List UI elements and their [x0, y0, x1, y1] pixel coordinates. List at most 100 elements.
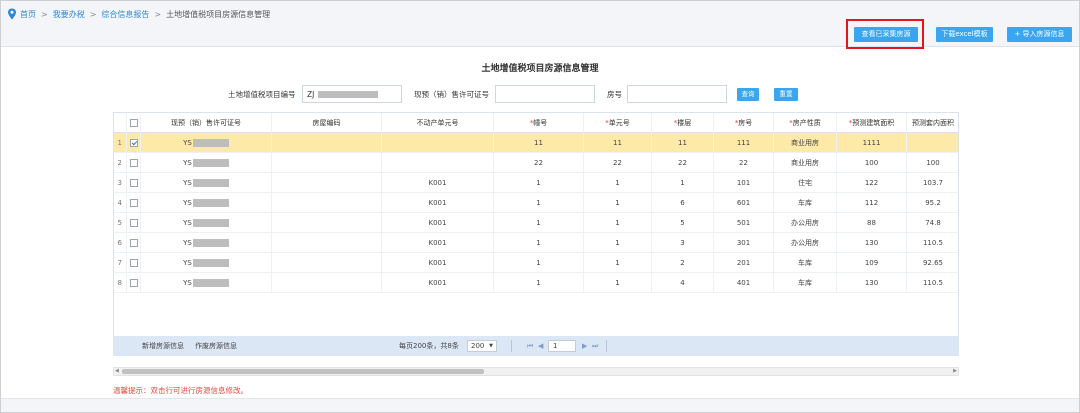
- view-collected-button[interactable]: 查看已采集房源: [854, 27, 918, 42]
- table-cell: K001: [382, 273, 494, 293]
- pager-bar: 新增房源信息 作废房源信息 每页200条，共8条 200 ▼ ⏮ ◀ 1 ▶ ⏭: [113, 336, 959, 356]
- project-no-input[interactable]: ZJ: [302, 85, 402, 103]
- column-header[interactable]: 预测套内面积: [907, 113, 958, 133]
- first-page-icon[interactable]: ⏮: [527, 342, 533, 351]
- table-cell: 88: [837, 213, 907, 233]
- table-header: 现预（销）售许可证号 房屋编码 不动产单元号 *幢号 *单元号 *楼层 *房号 *房产性质 *预…: [114, 113, 958, 133]
- page-number-value: 1: [553, 342, 558, 350]
- row-checkbox[interactable]: [130, 259, 138, 267]
- breadcrumb-separator: >: [89, 9, 97, 19]
- row-checkbox[interactable]: [130, 239, 138, 247]
- room-input[interactable]: [627, 85, 727, 103]
- table-cell: 1: [584, 213, 652, 233]
- column-header[interactable]: 不动产单元号: [382, 113, 494, 133]
- row-checkbox[interactable]: [130, 159, 138, 167]
- table-cell: [272, 193, 382, 213]
- permit-cell: YS: [141, 153, 272, 173]
- download-excel-button[interactable]: 下载excel模板: [936, 27, 993, 42]
- row-number: 6: [114, 233, 127, 253]
- horizontal-scrollbar[interactable]: ◀ ▶: [113, 367, 959, 376]
- last-page-icon[interactable]: ⏭: [592, 342, 598, 351]
- table-cell: 1: [584, 233, 652, 253]
- permit-prefix: YS: [183, 159, 192, 167]
- table-cell: 100: [837, 153, 907, 173]
- row-checkbox[interactable]: [130, 279, 138, 287]
- permit-prefix: YS: [183, 259, 192, 267]
- page-title: 土地增值税项目房源信息管理: [481, 64, 599, 74]
- column-header[interactable]: *预测建筑面积: [837, 113, 907, 133]
- page-size-select[interactable]: 200 ▼: [467, 340, 497, 352]
- permit-group: 现预（销）售许可证号: [414, 85, 489, 103]
- column-header[interactable]: *单元号: [584, 113, 652, 133]
- room-group: 房号: [607, 85, 622, 103]
- permit-cell: YS: [141, 133, 272, 153]
- table-cell: 11: [494, 133, 584, 153]
- column-header[interactable]: *房号: [714, 113, 774, 133]
- row-number: 1: [114, 133, 127, 153]
- scroll-left-icon[interactable]: ◀: [115, 368, 119, 374]
- table-cell: 1: [494, 233, 584, 253]
- table-cell: 1111: [837, 133, 907, 153]
- masked-value: [192, 139, 229, 147]
- page-size-value: 200: [471, 342, 485, 350]
- row-checkbox[interactable]: [130, 139, 138, 147]
- breadcrumb-home-link[interactable]: 首页: [20, 9, 36, 20]
- table-row[interactable]: 7 YS K001 1 1 2 201 车库 109 92.65: [114, 253, 958, 273]
- next-page-icon[interactable]: ▶: [582, 342, 587, 350]
- select-all-checkbox[interactable]: [130, 119, 138, 127]
- table-row[interactable]: 5 YS K001 1 1 5 501 办公用房 88 74.8: [114, 213, 958, 233]
- table-cell: 22: [584, 153, 652, 173]
- column-header[interactable]: 房屋编码: [272, 113, 382, 133]
- permit-input[interactable]: [495, 85, 595, 103]
- table-row[interactable]: 8 YS K001 1 1 4 401 车库 130 110.5: [114, 273, 958, 293]
- breadcrumb-tax-link[interactable]: 我要办税: [53, 9, 85, 20]
- table-cell: 办公用房: [774, 233, 837, 253]
- void-house-link[interactable]: 作废房源信息: [195, 341, 237, 351]
- table-cell: [272, 273, 382, 293]
- table-cell: 1: [584, 273, 652, 293]
- table-cell: 130: [837, 233, 907, 253]
- column-header-label: 不动产单元号: [416, 119, 459, 127]
- query-button[interactable]: 查询: [737, 88, 759, 101]
- row-number: 7: [114, 253, 127, 273]
- table-row[interactable]: 6 YS K001 1 1 3 301 办公用房 130 110.5: [114, 233, 958, 253]
- table-cell: 130: [837, 273, 907, 293]
- prev-page-icon[interactable]: ◀: [538, 342, 543, 350]
- breadcrumb-report-link[interactable]: 综合信息报告: [101, 9, 149, 20]
- column-header-label: 预测建筑面积: [852, 119, 895, 127]
- table-cell: [272, 133, 382, 153]
- table-cell: 601: [714, 193, 774, 213]
- row-checkbox[interactable]: [130, 219, 138, 227]
- column-header[interactable]: *楼层: [652, 113, 714, 133]
- column-header-label: 幢号: [533, 119, 548, 127]
- reset-button[interactable]: 重置: [774, 88, 798, 101]
- table-cell: 22: [652, 153, 714, 173]
- house-table: 现预（销）售许可证号 房屋编码 不动产单元号 *幢号 *单元号 *楼层 *房号 *房产性质 *预…: [113, 112, 959, 338]
- column-header[interactable]: *幢号: [494, 113, 584, 133]
- table-cell: 101: [714, 173, 774, 193]
- row-checkbox[interactable]: [130, 179, 138, 187]
- pager-divider: [511, 340, 512, 352]
- scroll-right-icon[interactable]: ▶: [953, 368, 957, 374]
- table-cell: 95.2: [907, 193, 958, 213]
- table-cell: 111: [714, 133, 774, 153]
- scrollbar-thumb[interactable]: [122, 369, 484, 374]
- table-row[interactable]: 3 YS K001 1 1 1 101 住宅 122 103.7: [114, 173, 958, 193]
- page-number-input[interactable]: 1: [548, 340, 576, 352]
- row-checkbox[interactable]: [130, 199, 138, 207]
- table-row[interactable]: 4 YS K001 1 1 6 601 车库 112 95.2: [114, 193, 958, 213]
- table-cell: K001: [382, 193, 494, 213]
- table-cell: [272, 173, 382, 193]
- column-header-label: 预测套内面积: [912, 119, 954, 127]
- add-house-link[interactable]: 新增房源信息: [142, 341, 184, 351]
- import-button[interactable]: + 导入房源信息: [1007, 27, 1072, 42]
- column-header[interactable]: 现预（销）售许可证号: [141, 113, 272, 133]
- permit-prefix: YS: [183, 199, 192, 207]
- masked-value: [192, 199, 229, 207]
- row-number: 2: [114, 153, 127, 173]
- table-row[interactable]: 1 YS 11 11 11 111 商业用房 1111: [114, 133, 958, 153]
- table-row[interactable]: 2 YS 22 22 22 22 商业用房 100 100: [114, 153, 958, 173]
- table-cell: 办公用房: [774, 213, 837, 233]
- column-header[interactable]: *房产性质: [774, 113, 837, 133]
- bottom-bar: [1, 398, 1079, 412]
